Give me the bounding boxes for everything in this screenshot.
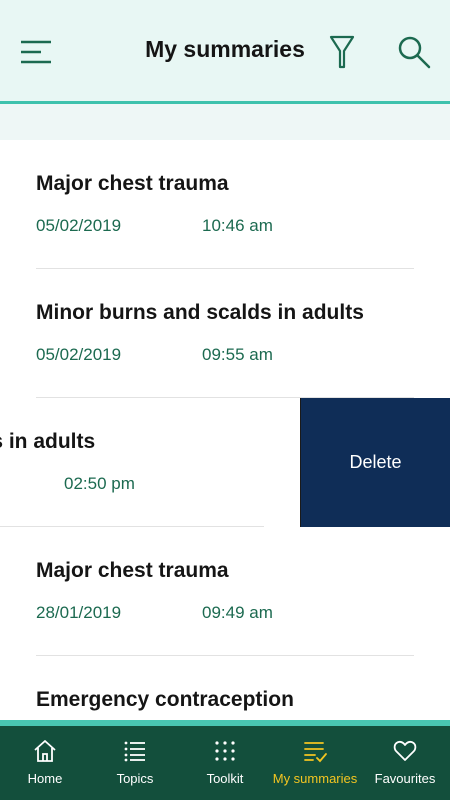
search-button[interactable] (394, 32, 434, 72)
delete-button[interactable]: Delete (300, 398, 450, 527)
nav-label: Topics (116, 771, 154, 786)
nav-label: Home (27, 771, 63, 786)
summary-time: 09:49 am (202, 603, 273, 622)
search-icon (398, 36, 431, 69)
summary-content: Major chest trauma 05/02/2019 10:46 am (36, 140, 426, 269)
summary-title: Major chest trauma (36, 172, 229, 195)
top-bar: My summaries (0, 0, 450, 104)
summary-date: 28/01/2019 (36, 603, 122, 622)
filter-button[interactable] (322, 32, 362, 72)
summaries-list: Major chest trauma 05/02/2019 10:46 am M… (0, 140, 450, 724)
summary-row-swiped[interactable]: meningitis in adults 02:50 pm Delete (0, 398, 450, 527)
summary-title: Emergency contraception (36, 688, 294, 711)
filter-icon (329, 35, 355, 69)
home-icon (34, 740, 56, 762)
summary-title: Major chest trauma (36, 559, 229, 582)
summary-content: meningitis in adults 02:50 pm (0, 398, 288, 527)
list-icon (124, 741, 145, 762)
bottom-navigation: Home Topics Toolkit My summaries Favouri… (0, 720, 450, 800)
nav-my-summaries[interactable]: My summaries (270, 726, 360, 800)
summary-row[interactable]: Major chest trauma 05/02/2019 10:46 am (0, 140, 450, 269)
app-screen: My summaries Major chest trauma 05/02/20… (0, 0, 450, 800)
summary-row[interactable]: Major chest trauma 28/01/2019 09:49 am (0, 527, 450, 656)
summary-time: 09:55 am (202, 345, 273, 364)
nav-topics[interactable]: Topics (90, 726, 180, 800)
sub-header-band (0, 104, 450, 140)
summary-row[interactable]: Minor burns and scalds in adults 05/02/2… (0, 269, 450, 398)
nav-label: My summaries (272, 771, 358, 786)
summary-content: Major chest trauma 28/01/2019 09:49 am (36, 527, 426, 656)
page-title: My summaries (145, 36, 305, 62)
summary-date: 05/02/2019 (36, 345, 122, 364)
nav-label: Toolkit (206, 771, 244, 786)
nav-favourites[interactable]: Favourites (360, 726, 450, 800)
summary-row[interactable]: Emergency contraception (0, 656, 450, 724)
summaries-icon (304, 742, 327, 763)
summary-date: 05/02/2019 (36, 216, 122, 235)
nav-label: Favourites (374, 771, 436, 786)
summary-content: Emergency contraception (36, 656, 426, 724)
summary-content: Minor burns and scalds in adults 05/02/2… (36, 269, 426, 398)
summary-title: Minor burns and scalds in adults (36, 301, 364, 324)
nav-toolkit[interactable]: Toolkit (180, 726, 270, 800)
heart-icon (393, 740, 417, 761)
summary-title: meningitis in adults (0, 430, 96, 453)
summary-time: 10:46 am (202, 216, 273, 235)
nav-home[interactable]: Home (0, 726, 90, 800)
summary-time: 02:50 pm (64, 474, 135, 493)
grid-icon (215, 741, 235, 761)
